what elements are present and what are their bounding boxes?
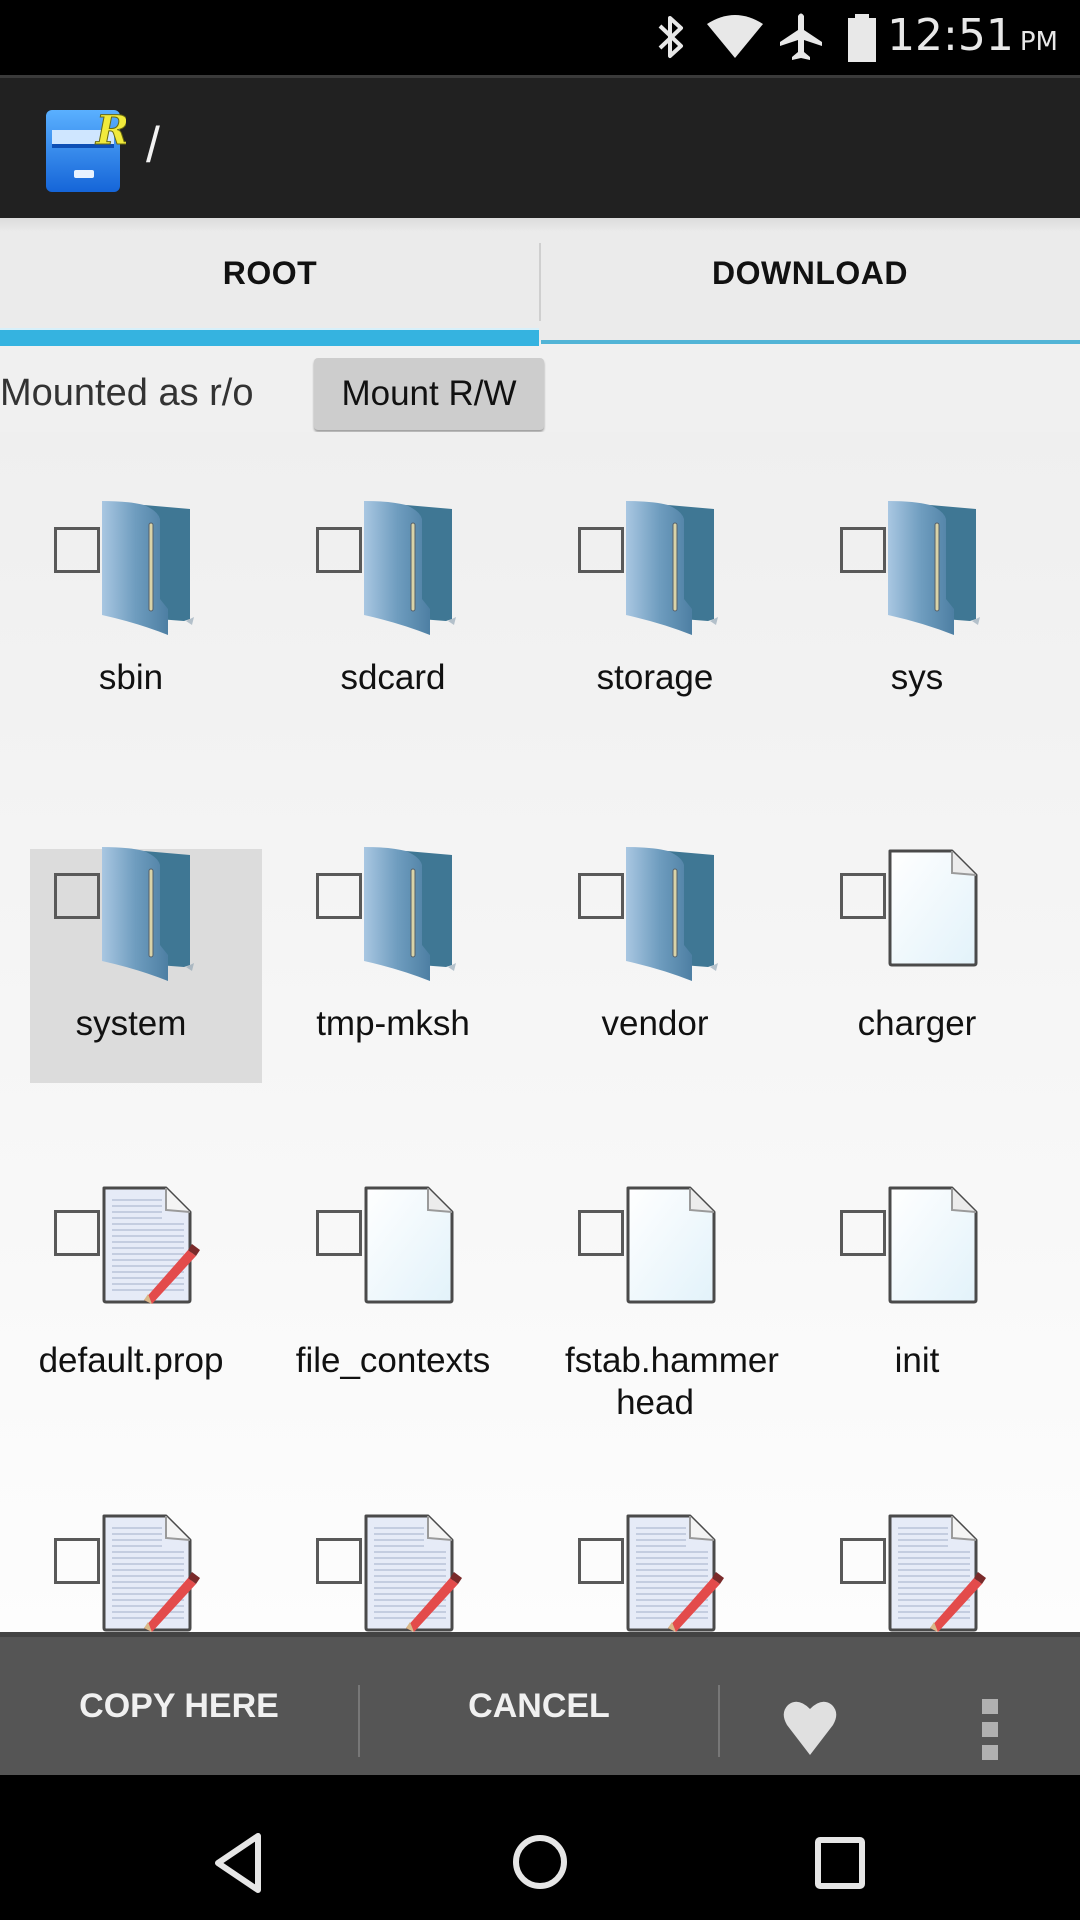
file-item[interactable]: sbin (0, 501, 262, 747)
mount-status: Mounted as r/o (0, 372, 254, 414)
clock: 12:51 PM (887, 10, 1058, 61)
file-icon (624, 1186, 716, 1309)
folder-icon (360, 499, 460, 644)
tab-underline (541, 340, 1080, 344)
file-item[interactable] (786, 1514, 1048, 1632)
select-checkbox[interactable] (578, 1210, 624, 1256)
status-bar: 12:51 PM (0, 0, 1080, 75)
file-item[interactable]: file_contexts (262, 1186, 524, 1430)
file-name: tmp-mksh (316, 1004, 470, 1043)
select-checkbox[interactable] (316, 1210, 362, 1256)
wifi-icon (705, 12, 765, 67)
file-icon (886, 1186, 978, 1309)
airplane-mode-icon (778, 12, 824, 69)
bluetooth-icon (655, 12, 687, 67)
select-checkbox[interactable] (578, 873, 624, 919)
text-file-icon (100, 1514, 200, 1632)
file-item[interactable] (0, 1514, 262, 1632)
file-name: system (75, 1004, 187, 1043)
file-item[interactable]: tmp-mksh (262, 847, 524, 1093)
file-item[interactable]: default.prop (0, 1186, 262, 1430)
folder-icon (360, 845, 460, 990)
file-item[interactable]: init (786, 1186, 1048, 1430)
folder-icon (622, 845, 722, 990)
select-checkbox[interactable] (840, 527, 886, 573)
file-name: file_contexts (295, 1341, 491, 1380)
back-icon[interactable] (212, 1832, 264, 1899)
recents-icon[interactable] (815, 1837, 865, 1894)
tab-download[interactable]: DOWNLOAD (540, 218, 1080, 342)
text-file-icon (624, 1514, 724, 1632)
file-icon (362, 1186, 454, 1309)
select-checkbox[interactable] (840, 1210, 886, 1256)
select-checkbox[interactable] (54, 873, 100, 919)
file-name: vendor (601, 1004, 709, 1043)
select-checkbox[interactable] (840, 873, 886, 919)
file-name: default.prop (38, 1341, 224, 1380)
folder-icon (98, 499, 198, 644)
file-item[interactable] (524, 1514, 786, 1632)
current-path: / (146, 117, 160, 173)
folder-icon (884, 499, 984, 644)
action-bar: COPY HERE CANCEL (0, 1632, 1080, 1775)
home-icon[interactable] (512, 1833, 568, 1896)
file-name: init (894, 1341, 940, 1380)
text-file-icon (362, 1514, 462, 1632)
file-name: fstab.hammer head (565, 1341, 779, 1422)
select-checkbox[interactable] (54, 1538, 100, 1584)
file-item[interactable]: charger (786, 849, 1048, 1093)
text-file-icon (100, 1186, 200, 1309)
folder-icon (98, 845, 198, 990)
svg-text:R: R (95, 107, 126, 154)
file-item[interactable]: system (0, 847, 262, 1093)
file-name: storage (596, 658, 714, 697)
root-explorer-logo-icon[interactable]: R (44, 104, 130, 199)
select-checkbox[interactable] (840, 1538, 886, 1584)
select-checkbox[interactable] (578, 1538, 624, 1584)
file-name: sbin (98, 658, 164, 697)
file-name: charger (857, 1004, 977, 1043)
select-checkbox[interactable] (316, 527, 362, 573)
favorite-button[interactable] (720, 1637, 900, 1775)
select-checkbox[interactable] (316, 1538, 362, 1584)
file-item[interactable]: sys (786, 501, 1048, 747)
file-item[interactable]: fstab.hammer head (524, 1186, 786, 1430)
overflow-menu-button[interactable] (940, 1637, 1040, 1775)
file-name: sys (890, 658, 944, 697)
copy-here-button[interactable]: COPY HERE (0, 1637, 358, 1775)
app-bar: R / (0, 75, 1080, 218)
select-checkbox[interactable] (578, 527, 624, 573)
tab-divider (539, 243, 541, 321)
file-item[interactable]: storage (524, 501, 786, 747)
folder-icon (622, 499, 722, 644)
navigation-bar (0, 1775, 1080, 1920)
select-checkbox[interactable] (54, 527, 100, 573)
file-item[interactable] (262, 1514, 524, 1632)
file-grid: sbin sdcard storage sys system tmp-mksh vendor… (0, 432, 1080, 1632)
file-item[interactable]: vendor (524, 847, 786, 1093)
active-tab-indicator (0, 328, 539, 346)
mount-rw-button[interactable]: Mount R/W (314, 358, 544, 430)
select-checkbox[interactable] (54, 1210, 100, 1256)
file-icon (886, 849, 978, 972)
file-name: sdcard (340, 658, 446, 697)
file-item[interactable]: sdcard (262, 501, 524, 747)
cancel-button[interactable]: CANCEL (360, 1637, 718, 1775)
battery-icon (847, 12, 877, 69)
text-file-icon (886, 1514, 986, 1632)
tab-root[interactable]: ROOT (0, 218, 540, 342)
select-checkbox[interactable] (316, 873, 362, 919)
